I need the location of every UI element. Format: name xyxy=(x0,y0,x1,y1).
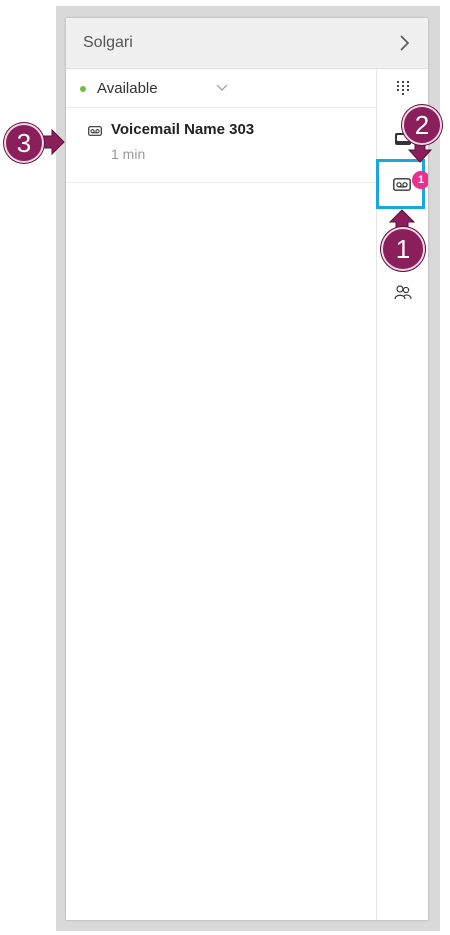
voicemail-name: Voicemail Name 303 xyxy=(111,121,255,138)
callout-1: 1 xyxy=(381,227,425,271)
rail-dialpad-button[interactable] xyxy=(377,69,428,107)
rail-contacts-button[interactable] xyxy=(377,275,428,313)
voicemail-icon xyxy=(88,126,102,136)
dialpad-icon xyxy=(396,80,410,96)
status-selector[interactable]: Available xyxy=(66,69,376,108)
callout-3: 3 xyxy=(4,123,44,163)
voicemail-count-badge: 1 xyxy=(412,171,428,189)
chevron-down-icon[interactable] xyxy=(216,83,228,93)
softphone-panel: Solgari Available Voicemail Name 303 1 m… xyxy=(66,18,428,920)
voicemail-icon xyxy=(393,178,411,191)
status-dot xyxy=(80,86,86,92)
contacts-icon xyxy=(394,285,412,300)
status-label: Available xyxy=(97,80,158,97)
main-content: Available Voicemail Name 303 1 min xyxy=(66,69,376,920)
voicemail-time: 1 min xyxy=(111,146,146,162)
header-title: Solgari xyxy=(83,34,133,51)
callout-2: 2 xyxy=(402,105,442,145)
voicemail-list-item[interactable]: Voicemail Name 303 1 min xyxy=(66,108,376,183)
chevron-right-icon[interactable] xyxy=(394,33,414,53)
panel-header: Solgari xyxy=(66,18,428,69)
